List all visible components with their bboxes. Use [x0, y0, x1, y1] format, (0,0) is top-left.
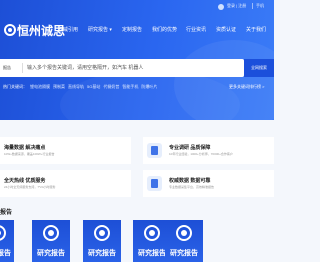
research-icon — [147, 143, 162, 158]
feature-subtitle: 10年行业经验，1000+分析师，70000+合作客户 — [169, 152, 233, 156]
hero-banner: 登录 | 注册 手机 恒州诚思 权威引用 研究报告 ▾ 定制报告 我们的优势 行… — [0, 0, 274, 120]
feature-card: 权威数据 数据可靠 专业数据采集平台，高效精准报告 — [143, 170, 274, 197]
feature-subtitle: 24小时全天候服务支持，7*24小时服务 — [4, 185, 56, 189]
mobile-link[interactable]: 手机 — [256, 3, 264, 9]
hot-keyword-link[interactable]: 直线导轨 — [68, 84, 84, 89]
nav-item-research-reports[interactable]: 研究报告 ▾ — [88, 26, 112, 33]
hot-keyword-link[interactable]: 5G基站 — [87, 84, 100, 89]
nav-item-advantages[interactable]: 我们的优势 — [152, 26, 177, 33]
hot-keyword-link[interactable]: 防爆叶片 — [141, 84, 157, 89]
section-title: 报告 — [0, 210, 13, 216]
search-button[interactable]: 全网搜索 — [244, 59, 274, 77]
logo[interactable]: 恒州诚思 — [4, 21, 65, 43]
hot-keyword-link[interactable]: 代餐奶昔 — [103, 84, 119, 89]
nav-item-custom-reports[interactable]: 定制报告 — [122, 26, 142, 33]
report-label: 研究报告 — [170, 250, 198, 257]
search-bar: 报告 — [0, 59, 244, 77]
feature-subtitle: 专业数据采集平台，高效精准报告 — [169, 185, 215, 189]
nav-item-citations[interactable]: 权威引用 — [58, 26, 78, 33]
report-card[interactable]: 研究报告 — [32, 220, 70, 262]
feature-card: 海量数据 解决痛点 10W+数据来源，覆盖100W+行业报告 — [0, 137, 131, 164]
feature-card: 专业调研 品质保障 10年行业经验，1000+分析师，70000+合作客户 — [143, 137, 274, 164]
feature-title: 海量数据 解决痛点 — [4, 145, 46, 151]
user-icon — [218, 4, 224, 10]
report-emblem-icon — [144, 225, 160, 241]
feature-title: 权威数据 数据可靠 — [169, 178, 211, 184]
nav-item-about-us[interactable]: 关于我们 — [246, 26, 266, 33]
feature-card: 全天热线 优质服务 24小时全天候服务支持，7*24小时服务 — [0, 170, 131, 197]
feature-subtitle: 10W+数据来源，覆盖100W+行业报告 — [4, 152, 55, 156]
hot-keyword-link[interactable]: 锂电池隔膜 — [30, 84, 50, 89]
nav-item-certifications[interactable]: 资质认证 — [216, 26, 236, 33]
report-label: 研究报告 — [88, 250, 116, 257]
report-card[interactable]: 研究报告 — [165, 220, 203, 262]
feature-title: 专业调研 品质保障 — [169, 145, 211, 151]
report-emblem-icon — [43, 225, 59, 241]
hot-keywords: 热门关键词： 锂电池隔膜 预制菜 直线导轨 5G基站 代餐奶昔 智能手机 防爆叶片 更多关键词… — [3, 84, 274, 92]
report-emblem-icon — [0, 225, 6, 241]
nav-item-industry-news[interactable]: 行业资讯 — [186, 26, 206, 33]
report-label: 研究报告 — [0, 250, 11, 257]
report-card[interactable]: 研究报告 — [0, 220, 14, 262]
report-emblem-icon — [176, 225, 192, 241]
top-bar: 登录 | 注册 手机 — [0, 0, 274, 16]
divider — [252, 3, 253, 9]
hot-keywords-label: 热门关键词： — [3, 84, 27, 89]
hot-keyword-link[interactable]: 预制菜 — [53, 84, 65, 89]
main-nav: 权威引用 研究报告 ▾ 定制报告 我们的优势 行业资讯 资质认证 关于我们 — [54, 26, 274, 38]
login-register-link[interactable]: 登录 | 注册 — [227, 3, 246, 9]
logo-mark-icon — [4, 24, 16, 36]
search-scope-select[interactable]: 报告 — [3, 65, 11, 71]
more-keywords-link[interactable]: 更多关键词排行榜 > — [229, 84, 264, 90]
hot-keyword-link[interactable]: 智能手机 — [122, 84, 138, 89]
feature-title: 全天热线 优质服务 — [4, 178, 46, 184]
report-emblem-icon — [94, 225, 110, 241]
search-input[interactable] — [27, 62, 207, 74]
report-card[interactable]: 研究报告 — [83, 220, 121, 262]
divider — [22, 63, 23, 73]
data-icon — [147, 176, 162, 191]
report-label: 研究报告 — [37, 250, 65, 257]
